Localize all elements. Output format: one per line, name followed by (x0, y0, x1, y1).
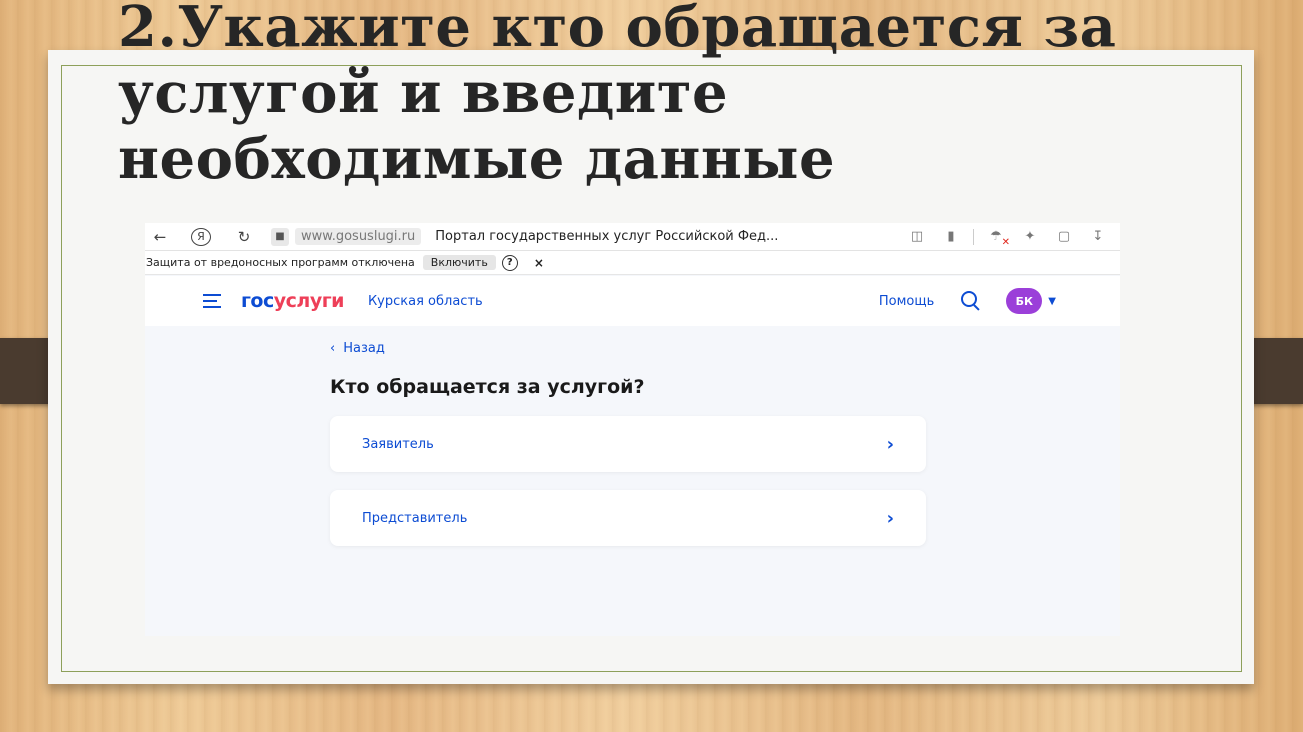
tab-title: Портал государственных услуг Российской … (435, 229, 779, 244)
download-icon[interactable]: ↧ (1086, 229, 1110, 244)
slide-title: 2.Укажите кто обращается за услугой и вв… (118, 0, 1218, 192)
slide-title-line2: услугой и введите (118, 60, 729, 126)
browser-right-icons: ◫ ▮ ☂ ✕ ✦ ▢ ↧ (905, 228, 1120, 248)
question-title: Кто обращается за услугой? (330, 376, 645, 398)
reload-icon[interactable]: ↻ (231, 228, 257, 246)
close-icon[interactable]: × (534, 256, 544, 270)
gosuslugi-logo[interactable]: госуслуги (241, 290, 344, 312)
back-link[interactable]: ‹ Назад (330, 341, 930, 356)
main-content: ‹ Назад Кто обращается за услугой? Заяви… (330, 341, 930, 546)
yandex-icon[interactable]: Я (191, 227, 211, 246)
chevron-down-icon[interactable]: ▼ (1048, 296, 1056, 307)
help-icon[interactable]: ? (501, 254, 518, 271)
lock-icon[interactable]: ■ (271, 227, 289, 246)
shirt-icon[interactable]: ▢ (1052, 229, 1076, 244)
enable-protection-button[interactable]: Включить (422, 255, 496, 270)
logo-part-gos: гос (241, 290, 274, 312)
chevron-left-icon: ‹ (330, 341, 336, 356)
feather-icon[interactable]: ✦ (1018, 229, 1042, 244)
chevron-right-icon: › (886, 433, 894, 455)
browser-toolbar: ← Я ↻ ■ www.gosuslugi.ru Портал государс… (145, 223, 1120, 251)
help-link[interactable]: Помощь (879, 294, 934, 309)
search-icon[interactable] (960, 290, 982, 312)
url-text[interactable]: www.gosuslugi.ru (295, 228, 422, 245)
malware-warning-bar: Защита от вредоносных программ отключена… (145, 251, 1120, 275)
protect-icon[interactable]: ☂ ✕ (984, 229, 1010, 248)
back-link-label: Назад (343, 341, 385, 356)
slide-title-line3: необходимые данные (118, 126, 836, 192)
option-label: Заявитель (362, 436, 434, 452)
slide-title-line1: 2.Укажите кто обращается за (118, 0, 1117, 60)
chevron-right-icon: › (886, 507, 894, 529)
region-selector[interactable]: Курская область (368, 294, 483, 309)
back-arrow-icon[interactable]: ← (147, 228, 173, 246)
menu-icon[interactable] (203, 294, 221, 308)
logo-part-uslugi: услуги (273, 290, 345, 312)
bookmark-icon[interactable]: ▮ (939, 229, 963, 244)
option-representative[interactable]: Представитель › (330, 490, 926, 546)
avatar[interactable]: БК (1006, 288, 1043, 314)
address-bar[interactable]: ■ www.gosuslugi.ru (271, 227, 422, 246)
gosuslugi-screenshot: ← Я ↻ ■ www.gosuslugi.ru Портал государс… (145, 223, 1120, 636)
option-applicant[interactable]: Заявитель › (330, 416, 926, 472)
option-label: Представитель (362, 510, 468, 526)
translate-icon[interactable]: ◫ (905, 229, 929, 244)
site-header: госуслуги Курская область Помощь БК ▼ (145, 276, 1120, 326)
warning-text: Защита от вредоносных программ отключена (146, 256, 415, 269)
toolbar-divider (973, 228, 974, 245)
